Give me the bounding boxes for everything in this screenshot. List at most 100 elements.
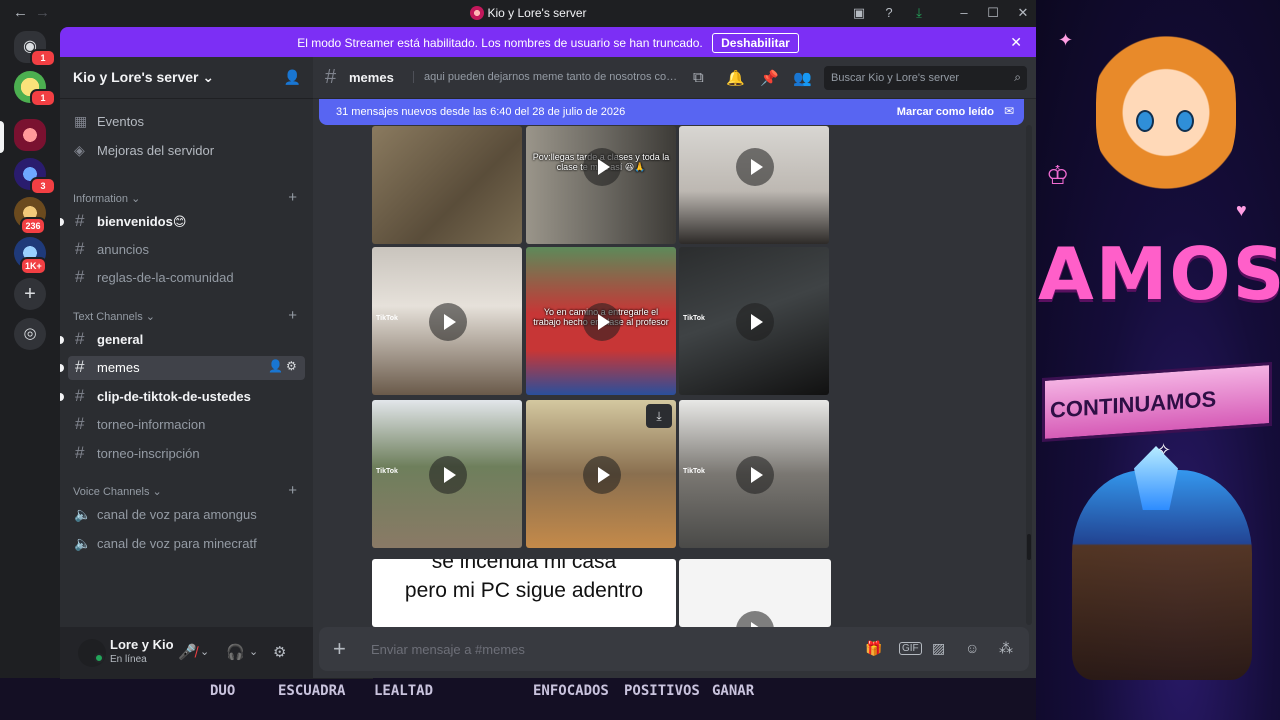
pin-icon[interactable]: 📌 [760, 69, 779, 87]
media-tile[interactable] [679, 559, 831, 627]
media-tile[interactable] [372, 126, 522, 244]
scrollbar-thumb[interactable] [1027, 534, 1031, 560]
gear-icon[interactable]: ⚙ [286, 359, 297, 373]
channel-anuncios[interactable]: # anuncios [68, 238, 305, 262]
search-icon: ⌕ [1014, 70, 1021, 84]
meme-text-line: se incendia mi casa [431, 559, 617, 573]
invite-icon[interactable]: 👤 [268, 359, 283, 373]
media-tile[interactable] [679, 126, 829, 244]
server-header[interactable]: Kio y Lore's server ⌄ 👤 [60, 57, 313, 99]
channel-label: clip-de-tiktok-de-ustedes [97, 389, 251, 404]
unread-dot [60, 364, 64, 372]
chevron-down-icon[interactable]: ⌄ [249, 645, 258, 658]
sidebar-item-eventos[interactable]: ▦ Eventos [68, 110, 305, 134]
minimize-icon[interactable]: – [956, 5, 972, 21]
mark-read-icon: ✉ [1003, 104, 1014, 118]
category-text-channels[interactable]: Text Channels ⌄ [73, 310, 155, 323]
speaker-icon: 🔈 [74, 535, 92, 551]
play-button-icon[interactable] [583, 456, 621, 494]
voice-channel-amongus[interactable]: 🔈 canal de voz para amongus [68, 503, 305, 527]
play-button-icon[interactable] [736, 456, 774, 494]
media-tile[interactable]: ⤓ [526, 400, 676, 548]
window-title: Kio y Lore's server [487, 6, 587, 20]
server-name[interactable]: Kio y Lore's server ⌄ [73, 69, 214, 86]
bell-icon[interactable]: 🔔 [726, 69, 745, 87]
emoji-icon[interactable]: ☺ [965, 640, 979, 656]
play-button-icon[interactable] [736, 148, 774, 186]
apps-icon[interactable]: ⁂ [999, 640, 1013, 657]
channel-label: general [97, 332, 144, 347]
gift-icon[interactable]: 🎁 [865, 640, 882, 657]
channel-header: # memes aqui pueden dejarnos meme tanto … [313, 57, 1036, 99]
threads-icon[interactable]: ⧉ [693, 69, 704, 86]
sticker-icon[interactable]: ▨ [932, 640, 945, 657]
text-channel-icon: # [75, 211, 85, 230]
inbox-icon[interactable]: ▣ [851, 5, 867, 21]
maximize-icon[interactable]: ☐ [985, 5, 1001, 21]
add-channel-icon[interactable]: + [288, 189, 297, 206]
channel-memes[interactable]: # memes 👤 ⚙ [60, 356, 305, 380]
unread-badge: 1K+ [20, 257, 47, 275]
close-window-icon[interactable]: ✕ [1015, 5, 1031, 21]
download-icon[interactable]: ⤓ [911, 5, 927, 21]
chevron-down-icon: ⌄ [202, 69, 215, 85]
gif-icon[interactable]: GIF [899, 642, 922, 655]
add-channel-icon[interactable]: + [288, 482, 297, 499]
media-tile[interactable]: TikTok [372, 400, 522, 548]
play-button-icon[interactable] [429, 303, 467, 341]
channel-clip-de-tiktok[interactable]: # clip-de-tiktok-de-ustedes [60, 385, 305, 409]
channel-torneo-inscripcion[interactable]: # torneo-inscripción [68, 442, 305, 466]
category-voice-channels[interactable]: Voice Channels ⌄ [73, 485, 162, 498]
channel-general[interactable]: # general [60, 328, 305, 352]
media-grid: Pov:llegas tarde a clases y toda la clas… [372, 126, 832, 626]
help-icon[interactable]: ? [881, 5, 897, 21]
text-channel-icon: # [75, 386, 85, 405]
explore-icon[interactable]: ◎ [14, 318, 46, 350]
channel-torneo-informacion[interactable]: # torneo-informacion [68, 413, 305, 437]
add-attachment-icon[interactable]: + [333, 636, 346, 662]
media-tile[interactable]: TikTok [679, 400, 829, 548]
play-button-icon[interactable] [583, 303, 621, 341]
server-avatar-kio-lore[interactable] [14, 119, 46, 151]
chevron-down-icon[interactable]: ⌄ [200, 645, 209, 658]
headphones-icon[interactable]: 🎧 [226, 643, 245, 661]
close-icon[interactable]: ✕ [1010, 27, 1022, 57]
media-tile[interactable]: Pov:llegas tarde a clases y toda la clas… [526, 126, 676, 244]
mark-as-read-button[interactable]: Marcar como leído [897, 106, 994, 118]
disable-streamer-button[interactable]: Deshabilitar [712, 32, 799, 53]
voice-channel-minecraft[interactable]: 🔈 canal de voz para minecratf [68, 532, 305, 556]
new-messages-text: 31 mensajes nuevos desde las 6:40 del 28… [336, 106, 626, 118]
invite-user-icon[interactable]: 👤 [284, 69, 301, 86]
play-button-icon[interactable] [583, 148, 621, 186]
settings-gear-icon[interactable]: ⚙ [273, 643, 286, 661]
mute-mic-icon[interactable]: 🎤̸ [178, 643, 197, 661]
tiktok-watermark: TikTok [683, 315, 705, 322]
category-information[interactable]: Information ⌄ [73, 192, 140, 205]
add-server-icon[interactable]: + [14, 278, 46, 310]
search-input[interactable] [824, 66, 1004, 90]
window-title-wrap: Kio y Lore's server [0, 6, 1056, 20]
download-icon[interactable]: ⤓ [646, 404, 672, 428]
new-messages-bar[interactable]: 31 mensajes nuevos desde las 6:40 del 28… [319, 99, 1024, 125]
text-channel-icon: # [75, 357, 85, 376]
image-meme[interactable]: se incendia mi casa pero mi PC sigue ade… [372, 559, 676, 627]
play-button-icon[interactable] [736, 611, 774, 627]
media-tile[interactable]: TikTok [679, 247, 829, 395]
members-icon[interactable]: 👥 [793, 69, 812, 87]
search-box[interactable]: ⌕ [824, 66, 1027, 90]
play-button-icon[interactable] [429, 456, 467, 494]
channel-label: bienvenidos😊 [97, 214, 187, 229]
media-tile[interactable]: Yo en camino a entregarle el trabajo hec… [526, 247, 676, 395]
sidebar-item-mejoras[interactable]: ◈ Mejoras del servidor [68, 139, 305, 163]
play-button-icon[interactable] [736, 303, 774, 341]
bottom-label: POSITIVOS [624, 683, 700, 699]
add-channel-icon[interactable]: + [288, 307, 297, 324]
selected-server-pill [0, 121, 4, 153]
media-tile[interactable]: TikTok [372, 247, 522, 395]
channel-topic[interactable]: aqui pueden dejarnos meme tanto de nosot… [413, 71, 679, 83]
meme-text-line: pero mi PC sigue adentro [404, 579, 644, 602]
title-bar: ← → Kio y Lore's server ▣ ? ⤓ – ☐ ✕ [0, 0, 1036, 27]
channel-reglas[interactable]: # reglas-de-la-comunidad [68, 266, 305, 290]
message-input[interactable] [371, 627, 831, 671]
channel-bienvenidos[interactable]: # bienvenidos😊 [60, 210, 305, 234]
